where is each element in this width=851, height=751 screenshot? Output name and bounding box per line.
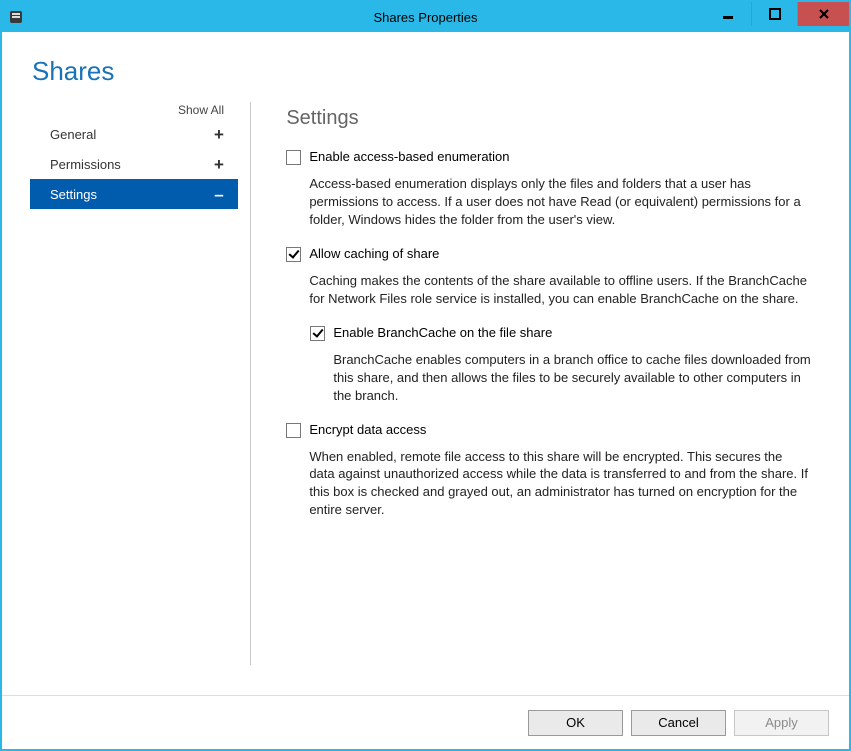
close-button[interactable]	[797, 2, 849, 26]
maximize-button[interactable]	[751, 2, 797, 26]
sidebar-item-general[interactable]: General +	[30, 119, 238, 149]
app-icon	[8, 9, 24, 25]
window-controls	[705, 2, 849, 26]
sidebar: Show All General + Permissions + Setting…	[30, 99, 238, 695]
checkbox-enable-branchcache[interactable]	[310, 326, 325, 341]
cancel-button[interactable]: Cancel	[631, 710, 726, 736]
titlebar[interactable]: Shares Properties	[2, 2, 849, 32]
checkbox-allow-caching[interactable]	[286, 247, 301, 262]
checkbox-encrypt-data[interactable]	[286, 423, 301, 438]
option-encrypt-data: Encrypt data access	[286, 421, 813, 438]
option-desc: Caching makes the contents of the share …	[286, 266, 813, 324]
sidebar-item-label: Permissions	[50, 157, 212, 172]
checkbox-enable-abe[interactable]	[286, 150, 301, 165]
window-body: Shares Show All General + Permissions + …	[2, 32, 849, 749]
sub-option-group: Enable BranchCache on the file share Bra…	[286, 324, 813, 421]
option-desc: When enabled, remote file access to this…	[286, 442, 813, 536]
page-title: Shares	[2, 32, 849, 99]
apply-button[interactable]: Apply	[734, 710, 829, 736]
option-enable-branchcache: Enable BranchCache on the file share	[310, 324, 813, 341]
option-desc: Access-based enumeration displays only t…	[286, 169, 813, 245]
expand-icon: +	[212, 156, 226, 173]
option-label[interactable]: Enable BranchCache on the file share	[333, 324, 552, 340]
ok-button[interactable]: OK	[528, 710, 623, 736]
option-label[interactable]: Allow caching of share	[309, 245, 439, 261]
option-label[interactable]: Encrypt data access	[309, 421, 426, 437]
option-label[interactable]: Enable access-based enumeration	[309, 148, 509, 164]
sidebar-item-permissions[interactable]: Permissions +	[30, 149, 238, 179]
main-content: Settings Enable access-based enumeration…	[270, 99, 821, 695]
window: Shares Properties Shares Show All Genera…	[0, 0, 851, 751]
option-enable-abe: Enable access-based enumeration	[286, 148, 813, 165]
option-allow-caching: Allow caching of share	[286, 245, 813, 262]
show-all-link[interactable]: Show All	[30, 101, 238, 119]
option-desc: BranchCache enables computers in a branc…	[310, 345, 813, 421]
layout: Show All General + Permissions + Setting…	[2, 99, 849, 695]
button-bar: OK Cancel Apply	[2, 695, 849, 749]
collapse-icon: –	[212, 186, 226, 203]
section-title: Settings	[286, 99, 813, 148]
sidebar-item-settings[interactable]: Settings –	[30, 179, 238, 209]
minimize-button[interactable]	[705, 2, 751, 26]
sidebar-item-label: General	[50, 127, 212, 142]
expand-icon: +	[212, 126, 226, 143]
sidebar-item-label: Settings	[50, 187, 212, 202]
